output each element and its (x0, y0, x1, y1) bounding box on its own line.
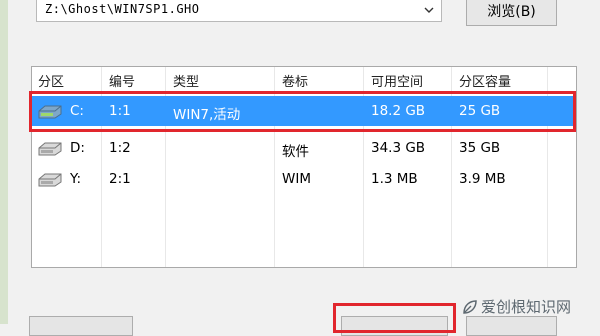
watermark: 爱创根知识网 (462, 296, 571, 317)
header-label[interactable]: 卷标 (282, 71, 308, 90)
cell-drive: Y: (70, 171, 82, 187)
chevron-down-icon[interactable] (423, 3, 435, 17)
cell-drive: D: (70, 140, 85, 156)
header-capacity[interactable]: 分区容量 (459, 71, 511, 90)
table-header: 分区 编号 类型 卷标 可用空间 分区容量 (32, 67, 576, 92)
selected-row-highlight (29, 91, 576, 132)
cell-size: 3.9 MB (459, 171, 506, 187)
header-type[interactable]: 类型 (173, 71, 199, 90)
leaf-icon (463, 299, 477, 314)
bottom-left-button[interactable] (29, 316, 133, 336)
confirm-button-highlight (333, 303, 456, 333)
cell-free: 1.3 MB (371, 171, 418, 187)
cell-free: 34.3 GB (371, 140, 426, 156)
hard-disk-icon (38, 142, 62, 156)
cell-number: 1:2 (109, 140, 131, 156)
hard-disk-icon (38, 173, 62, 187)
cell-size: 35 GB (459, 140, 501, 156)
image-path-combobox[interactable]: Z:\Ghost\WIN7SP1.GHO (36, 0, 442, 22)
header-number[interactable]: 编号 (109, 71, 135, 90)
browse-button[interactable]: 浏览(B) (466, 0, 557, 26)
watermark-text: 爱创根知识网 (481, 298, 572, 316)
window-edge (0, 0, 8, 324)
cell-label: 软件 (282, 144, 309, 160)
cell-label: WIM (282, 171, 311, 187)
header-partition[interactable]: 分区 (38, 71, 64, 90)
bottom-right-button[interactable] (466, 316, 557, 336)
cell-number: 2:1 (109, 171, 131, 187)
table-row[interactable]: Y: 2:1 WIM 1.3 MB 3.9 MB (32, 164, 576, 194)
table-row[interactable]: D: 1:2 软件 34.3 GB 35 GB (32, 133, 576, 163)
image-path-value: Z:\Ghost\WIN7SP1.GHO (45, 2, 200, 16)
header-free-space[interactable]: 可用空间 (371, 71, 423, 90)
